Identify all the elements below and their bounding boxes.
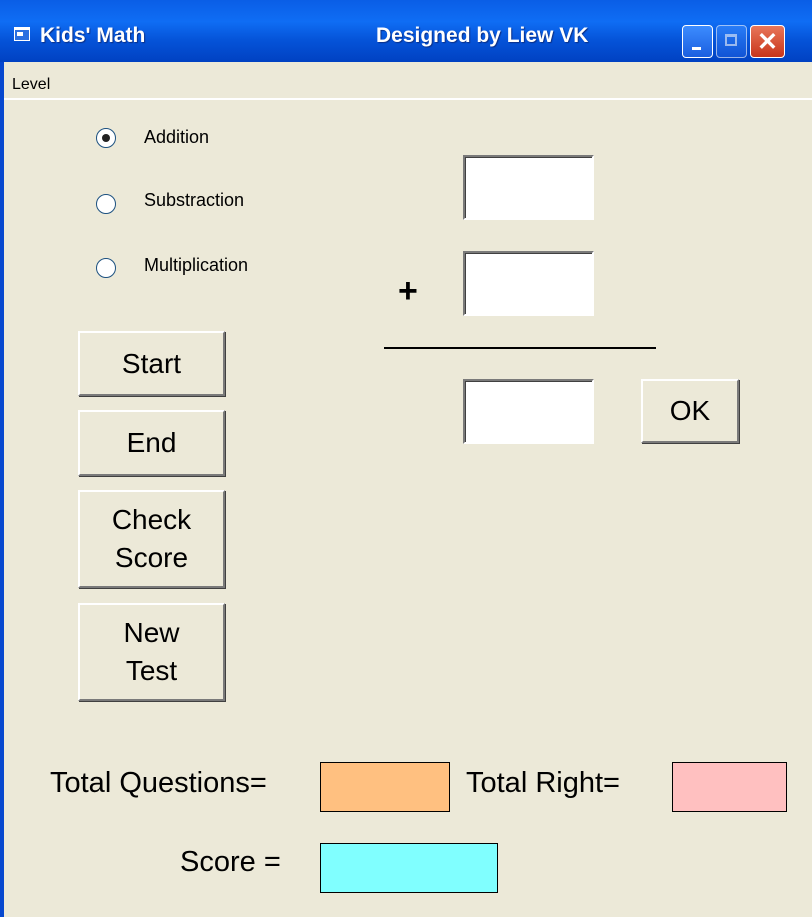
ok-button[interactable]: OK <box>641 379 739 443</box>
score-box <box>320 843 498 893</box>
start-button[interactable]: Start <box>78 331 225 396</box>
menu-bar: Level <box>4 62 812 100</box>
score-label: Score = <box>180 846 281 878</box>
total-questions-label: Total Questions= <box>50 767 267 799</box>
menu-level[interactable]: Level <box>12 76 50 94</box>
total-questions-box <box>320 762 450 812</box>
minimize-button[interactable] <box>682 25 713 58</box>
close-icon: ✕ <box>757 28 778 56</box>
answer-input[interactable] <box>463 379 594 444</box>
radio-label-addition[interactable]: Addition <box>144 127 209 148</box>
first-number-box <box>463 155 594 220</box>
app-icon <box>14 27 30 41</box>
second-number-box <box>463 251 594 316</box>
radio-substraction[interactable] <box>96 194 116 214</box>
radio-label-substraction[interactable]: Substraction <box>144 190 244 211</box>
window-frame <box>0 62 4 917</box>
maximize-button[interactable] <box>716 25 747 58</box>
operator-sign: + <box>398 272 418 310</box>
sum-line <box>384 347 656 349</box>
window-title: Kids' Math <box>40 24 146 47</box>
end-button[interactable]: End <box>78 410 225 476</box>
designer-credit: Designed by Liew VK <box>376 24 589 47</box>
radio-selected-dot <box>102 134 110 142</box>
radio-label-multiplication[interactable]: Multiplication <box>144 255 248 276</box>
total-right-box <box>672 762 787 812</box>
new-test-button[interactable]: New Test <box>78 603 225 701</box>
title-bar[interactable]: Kids' Math Designed by Liew VK ✕ <box>0 0 812 62</box>
radio-multiplication[interactable] <box>96 258 116 278</box>
total-right-label: Total Right= <box>466 767 620 799</box>
radio-addition[interactable] <box>96 128 116 148</box>
check-score-button[interactable]: Check Score <box>78 490 225 588</box>
close-button[interactable]: ✕ <box>750 25 785 58</box>
